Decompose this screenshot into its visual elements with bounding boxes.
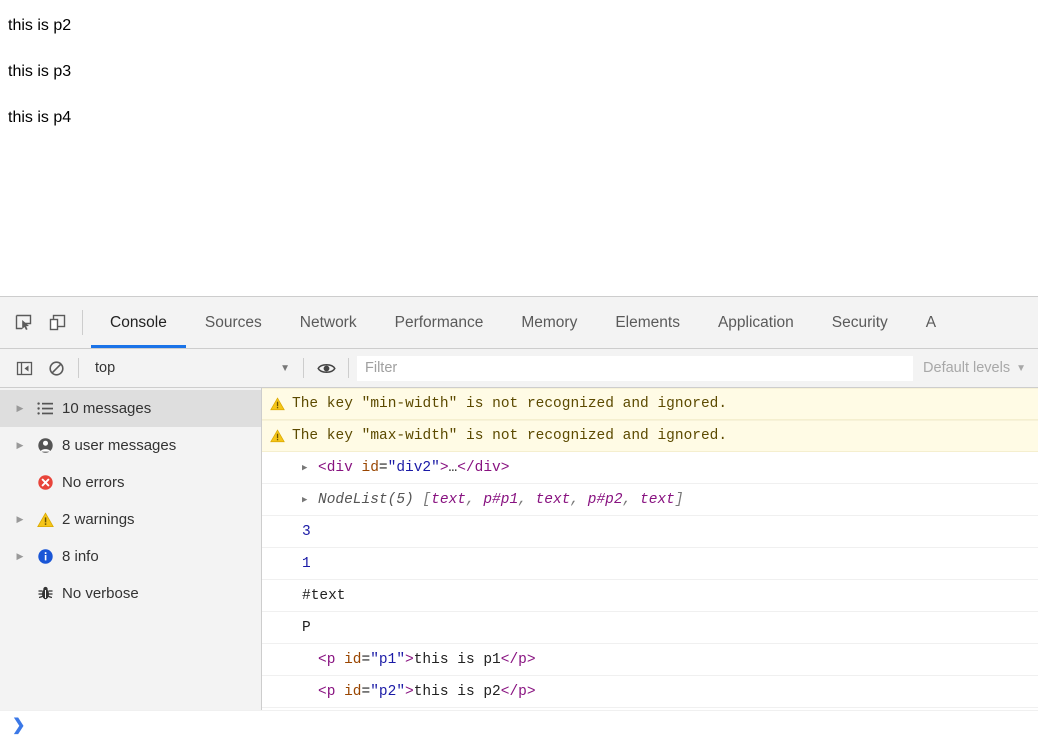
device-toolbar-icon[interactable] — [40, 297, 74, 348]
verbose-bug-icon — [30, 585, 60, 602]
tab-elements[interactable]: Elements — [596, 297, 699, 348]
console-message-row[interactable]: P — [262, 612, 1038, 644]
page-paragraph: this is p3 — [8, 63, 72, 80]
tab-console[interactable]: Console — [91, 297, 186, 348]
console-message-list[interactable]: The key "min-width" is not recognized an… — [262, 388, 1038, 710]
filterbar-divider — [78, 358, 79, 378]
console-message-row[interactable]: ▶ <div id="div2">…</div> — [262, 452, 1038, 484]
devtools-panel: Console Sources Network Performance Memo… — [0, 296, 1038, 739]
console-message-row[interactable]: 3 — [262, 516, 1038, 548]
warning-icon — [30, 511, 60, 528]
console-message-text: The key "min-width" is not recognized an… — [292, 396, 728, 412]
expand-triangle-icon[interactable]: ▶ — [302, 491, 318, 509]
log-levels-select[interactable]: Default levels ▼ — [913, 355, 1038, 381]
tab-security[interactable]: Security — [813, 297, 907, 348]
page-paragraph: this is p2 — [8, 17, 72, 34]
expand-triangle-icon[interactable]: ▶ — [302, 459, 318, 477]
sidebar-item-label: 8 user messages — [62, 437, 177, 454]
sidebar-item-label: No verbose — [62, 585, 139, 602]
console-message-text: 1 — [302, 555, 311, 572]
sidebar-item-warnings[interactable]: ▶ 2 warnings — [0, 501, 261, 538]
console-message-text: The key "max-width" is not recognized an… — [292, 428, 728, 444]
sidebar-item-label: 8 info — [62, 548, 99, 565]
console-sidebar-toggle-icon[interactable] — [8, 349, 40, 388]
tab-network[interactable]: Network — [281, 297, 376, 348]
error-icon — [30, 474, 60, 491]
console-message-text: <p id="p2">this is p2</p> — [318, 683, 536, 700]
prompt-chevron-icon: ❯ — [12, 717, 26, 734]
console-message-row[interactable]: ▶ NodeList(5) [text, p#p1, text, p#p2, te… — [262, 484, 1038, 516]
expand-triangle-icon[interactable]: ▶ — [10, 514, 30, 525]
page-paragraph: this is p4 — [8, 109, 72, 126]
devtools-tabstrip: Console Sources Network Performance Memo… — [0, 297, 1038, 349]
expand-triangle-icon[interactable]: ▶ — [10, 403, 30, 414]
console-body: ▶ 10 messages ▶ 8 user messages No error… — [0, 388, 1038, 710]
console-message-row[interactable]: The key "min-width" is not recognized an… — [262, 388, 1038, 420]
expand-triangle-icon[interactable]: ▶ — [10, 551, 30, 562]
console-message-text: 3 — [302, 523, 311, 540]
filter-input[interactable] — [357, 355, 914, 381]
sidebar-item-label: 10 messages — [62, 400, 152, 417]
info-icon — [30, 548, 60, 565]
console-message-row[interactable]: <p id="p1">this is p1</p> — [262, 644, 1038, 676]
chevron-down-icon: ▼ — [1016, 362, 1026, 374]
warning-icon — [262, 429, 292, 443]
console-message-row[interactable]: #text — [262, 580, 1038, 612]
log-levels-label: Default levels — [923, 360, 1011, 376]
console-message-text: <p id="p1">this is p1</p> — [318, 651, 536, 668]
console-prompt[interactable]: ❯ — [0, 710, 1038, 739]
console-message-row[interactable]: <p id="p2">this is p2</p> — [262, 676, 1038, 708]
tab-performance[interactable]: Performance — [376, 297, 503, 348]
tab-sources[interactable]: Sources — [186, 297, 281, 348]
expand-triangle-icon[interactable]: ▶ — [10, 440, 30, 451]
sidebar-item-errors[interactable]: ▶ No errors — [0, 464, 261, 501]
clear-console-icon[interactable] — [40, 349, 72, 388]
console-filter-bar: top ▼ Default levels ▼ — [0, 349, 1038, 388]
user-icon — [30, 437, 60, 454]
toolbar-divider — [82, 310, 83, 335]
inspect-element-icon[interactable] — [6, 297, 40, 348]
console-message-text: P — [302, 619, 311, 636]
console-message-row[interactable]: 1 — [262, 548, 1038, 580]
tab-memory[interactable]: Memory — [502, 297, 596, 348]
list-icon — [30, 402, 60, 415]
warning-icon — [262, 397, 292, 411]
sidebar-item-user-messages[interactable]: ▶ 8 user messages — [0, 427, 261, 464]
sidebar-item-label: 2 warnings — [62, 511, 135, 528]
tab-application[interactable]: Application — [699, 297, 813, 348]
execution-context-value: top — [95, 360, 116, 376]
console-message-text: <div id="div2">…</div> — [318, 459, 510, 476]
execution-context-select[interactable]: top ▼ — [85, 355, 297, 381]
console-message-text: NodeList(5) [text, p#p1, text, p#p2, tex… — [318, 491, 684, 508]
console-sidebar: ▶ 10 messages ▶ 8 user messages No error… — [0, 388, 262, 710]
tab-audits-truncated[interactable]: A — [907, 297, 955, 348]
sidebar-item-info[interactable]: ▶ 8 info — [0, 538, 261, 575]
console-message-row[interactable]: The key "max-width" is not recognized an… — [262, 420, 1038, 452]
filterbar-divider — [348, 358, 349, 378]
filterbar-divider — [303, 358, 304, 378]
console-message-text: #text — [302, 587, 346, 604]
chevron-down-icon: ▼ — [280, 362, 290, 374]
page-viewport: this is p2 this is p3 this is p4 — [0, 0, 1038, 296]
live-expression-eye-icon[interactable] — [310, 349, 342, 388]
sidebar-item-verbose[interactable]: ▶ No verbose — [0, 575, 261, 612]
sidebar-item-all-messages[interactable]: ▶ 10 messages — [0, 390, 261, 427]
sidebar-item-label: No errors — [62, 474, 125, 491]
